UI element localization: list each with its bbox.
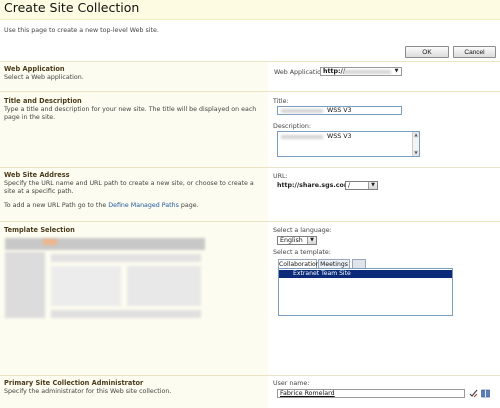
section-web-application: Web Application Select a Web application… <box>0 61 500 91</box>
title-input-value: WSS V3 <box>327 107 352 114</box>
scroll-down-icon[interactable]: ▼ <box>413 150 419 156</box>
page-title: Create Site Collection <box>4 0 140 15</box>
section-title: Web Site Address <box>4 171 70 179</box>
language-select[interactable]: English ▼ <box>277 236 317 245</box>
description-textarea[interactable]: WSS V3 ▲ ▼ <box>277 131 420 157</box>
url-path-value: / <box>348 182 351 189</box>
web-application-value: http:// <box>323 68 346 75</box>
list-item-selected-template[interactable]: Extranet Team Site <box>279 270 452 278</box>
section-description: Specify the URL name and URL path to cre… <box>4 180 254 195</box>
section-description: Select a Web application. <box>4 74 84 81</box>
url-path-select[interactable]: / ▼ <box>345 181 378 190</box>
language-label: Select a language: <box>273 227 332 234</box>
section-description: Type a title and description for your ne… <box>4 106 257 121</box>
language-value: English <box>280 237 303 244</box>
managed-paths-text: To add a new URL Path go to the Define M… <box>4 202 199 209</box>
url-host: http://share.sgs.com <box>277 182 351 189</box>
section-title-description: Title and Description Type a title and d… <box>0 91 500 167</box>
section-description: Specify the administrator for this Web s… <box>4 388 172 395</box>
url-label: URL: <box>273 173 288 180</box>
description-label: Description: <box>273 123 311 130</box>
scrollbar[interactable]: ▲ ▼ <box>412 132 419 156</box>
web-application-select[interactable]: http:// ▼ <box>320 67 402 76</box>
chevron-down-icon: ▼ <box>392 68 401 75</box>
user-name-value: Fabrice Romelard <box>280 390 335 397</box>
section-web-site-address: Web Site Address Specify the URL name an… <box>0 167 500 221</box>
address-book-icon[interactable] <box>481 389 490 398</box>
template-list[interactable]: Extranet Team Site <box>278 268 453 316</box>
section-title: Title and Description <box>4 97 82 105</box>
section-title: Primary Site Collection Administrator <box>4 379 144 387</box>
title-label: Title: <box>273 98 289 105</box>
user-name-label: User name: <box>273 380 310 387</box>
scroll-up-icon[interactable]: ▲ <box>413 132 419 138</box>
section-title: Template Selection <box>4 226 75 234</box>
section-primary-admin: Primary Site Collection Administrator Sp… <box>0 375 500 408</box>
section-title: Web Application <box>4 65 65 73</box>
page-intro: Use this page to create a new top-level … <box>4 27 159 34</box>
check-names-icon[interactable] <box>469 389 478 398</box>
define-managed-paths-link[interactable]: Define Managed Paths <box>108 202 179 209</box>
chevron-down-icon: ▼ <box>307 237 316 244</box>
chevron-down-icon: ▼ <box>368 182 377 189</box>
title-input[interactable]: WSS V3 <box>277 106 402 115</box>
description-textarea-value: WSS V3 <box>327 133 352 140</box>
template-preview-image <box>5 238 210 328</box>
user-name-input[interactable]: Fabrice Romelard <box>277 389 465 398</box>
ok-button[interactable]: OK <box>405 46 449 58</box>
cancel-button[interactable]: Cancel <box>453 46 496 58</box>
page-header: Create Site Collection <box>0 0 500 20</box>
template-label: Select a template: <box>273 249 331 256</box>
